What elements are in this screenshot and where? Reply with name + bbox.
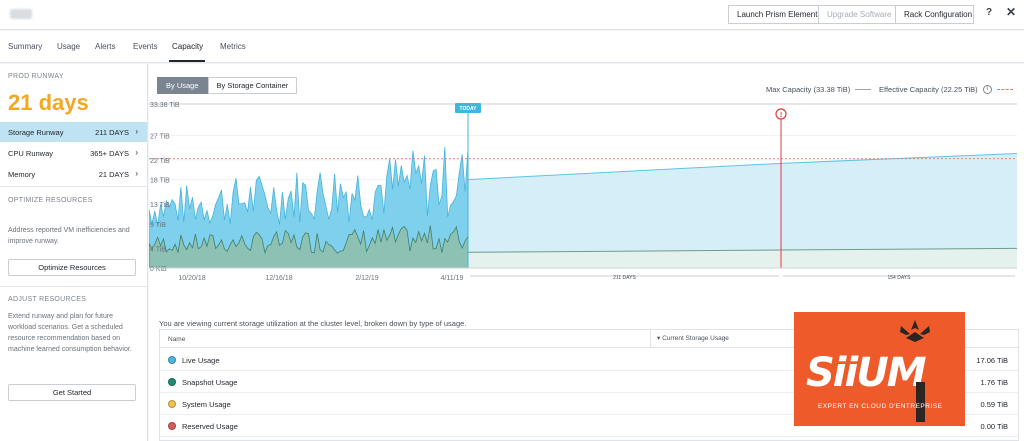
by-usage-button[interactable]: By Usage [157,77,208,94]
row-value: 0.59 TiB [980,400,1008,409]
tab-capacity[interactable]: Capacity [172,42,203,51]
x-tick-label: 4/11/19 [441,275,464,282]
optimize-resources-button[interactable]: Optimize Resources [8,259,136,276]
tab-summary[interactable]: Summary [8,42,42,51]
chevron-right-icon: › [135,127,138,136]
top-button-group: Launch Prism Element Upgrade Software Ra… [728,5,974,24]
legend-line [996,89,1013,90]
adjust-description: Extend runway and plan for future worklo… [8,313,132,353]
y-tick-label: 33.38 TiB [150,102,180,109]
tab-events[interactable]: Events [133,42,157,51]
row-name: Reserved Usage [182,422,238,431]
view-toggle: By Usage By Storage Container [157,77,298,94]
divider [0,286,147,287]
logo-subtitle: EXPERT EN CLOUD D'ENTREPRISE [818,403,943,410]
runway-value: 21 days [8,90,89,115]
metric-label: Storage Runway [8,128,64,137]
today-label: TODAY [460,106,478,112]
top-bar: Launch Prism Element Upgrade Software Ra… [0,0,1024,30]
info-icon[interactable]: i [982,85,992,94]
y-tick-label: 18 TiB [150,178,170,185]
storage-runway-row[interactable]: Storage Runway 211 DAYS › [0,122,147,142]
column-header-name[interactable]: Name [168,336,185,343]
metric-value: 365+ DAYS [90,149,129,158]
tab-metrics[interactable]: Metrics [220,42,246,51]
left-panel: PROD RUNWAY 21 days Storage Runway 211 D… [0,64,148,441]
tab-bar: Summary Usage Alerts Events Capacity Met… [0,31,1024,63]
crown-icon [900,320,930,342]
row-value: 0.00 TiB [980,422,1008,431]
runway-span-label: 211 DAYS [613,275,636,281]
y-tick-label: 27 TiB [150,133,170,140]
usage-caption: You are viewing current storage utilizat… [159,319,467,328]
reserved-usage-dot [168,422,176,430]
cpu-runway-row[interactable]: CPU Runway 365+ DAYS › [0,143,147,163]
row-name: System Usage [182,400,231,409]
siium-logo: SiiUM EXPERT EN CLOUD D'ENTREPRISE [794,312,965,426]
logo-text: SiiUM [806,350,927,396]
close-icon[interactable]: ✕ [1006,5,1016,19]
alert-icon-glyph: ! [780,112,782,119]
x-tick-label: 12/16/18 [265,275,292,282]
metric-label: Memory [8,170,36,179]
row-value: 1.76 TiB [980,378,1008,387]
adjust-label: ADJUST RESOURCES [8,296,87,303]
launch-prism-element-button[interactable]: Launch Prism Element [728,5,819,24]
system-usage-dot [168,400,176,408]
legend-label: Effective Capacity (22.25 TiB) [879,85,978,94]
column-header-usage[interactable]: ▾ Current Storage Usage [650,330,729,348]
y-tick-label: 0 KiB [150,266,167,273]
active-tab-indicator [169,60,205,62]
cluster-name-blurred [10,9,32,19]
live-usage-dot [168,356,176,364]
tab-alerts[interactable]: Alerts [95,42,115,51]
row-value: 17.06 TiB [976,356,1008,365]
x-tick-label: 2/12/19 [355,275,378,282]
logo-tag-shape [916,382,925,422]
rack-configuration-button[interactable]: Rack Configuration [895,5,974,24]
snapshot-usage-dot [168,378,176,386]
optimize-label: OPTIMIZE RESOURCES [8,197,93,204]
legend-label: Max Capacity (33.38 TiB) [766,85,851,94]
runway-span-label: 154 DAYS [888,275,912,281]
column-header-usage-label: Current Storage Usage [662,335,729,342]
x-tick-label: 10/20/18 [178,275,205,282]
capacity-chart: TODAY! 33.38 TiB 27 TiB 22 TiB 18 TiB 13 TiB 9… [149,102,1018,282]
legend-effective-capacity: Effective Capacity (22.25 TiB) i [879,85,1013,94]
memory-runway-row[interactable]: Memory 21 DAYS › [0,164,147,184]
metric-value: 21 DAYS [98,170,129,179]
runway-label: PROD RUNWAY [8,73,64,80]
y-tick-label: 4 TiB [150,246,166,253]
upgrade-software-button[interactable]: Upgrade Software [818,5,896,24]
legend-max-capacity: Max Capacity (33.38 TiB) [766,85,872,94]
help-icon[interactable]: ? [986,7,992,18]
row-name: Snapshot Usage [182,378,238,387]
y-tick-label: 13 TiB [150,202,170,209]
metric-value: 211 DAYS [95,128,129,137]
legend-line [855,89,872,90]
metric-label: CPU Runway [8,149,54,158]
get-started-button[interactable]: Get Started [8,384,136,401]
divider [0,186,147,187]
y-tick-label: 9 TiB [150,222,166,229]
optimize-description: Address reported VM inefficiencies and i… [8,227,130,245]
y-tick-label: 22 TiB [150,158,170,165]
by-storage-container-button[interactable]: By Storage Container [207,77,298,94]
chevron-right-icon: › [135,169,138,178]
row-name: Live Usage [182,356,220,365]
tab-usage[interactable]: Usage [57,42,80,51]
chevron-right-icon: › [135,148,138,157]
